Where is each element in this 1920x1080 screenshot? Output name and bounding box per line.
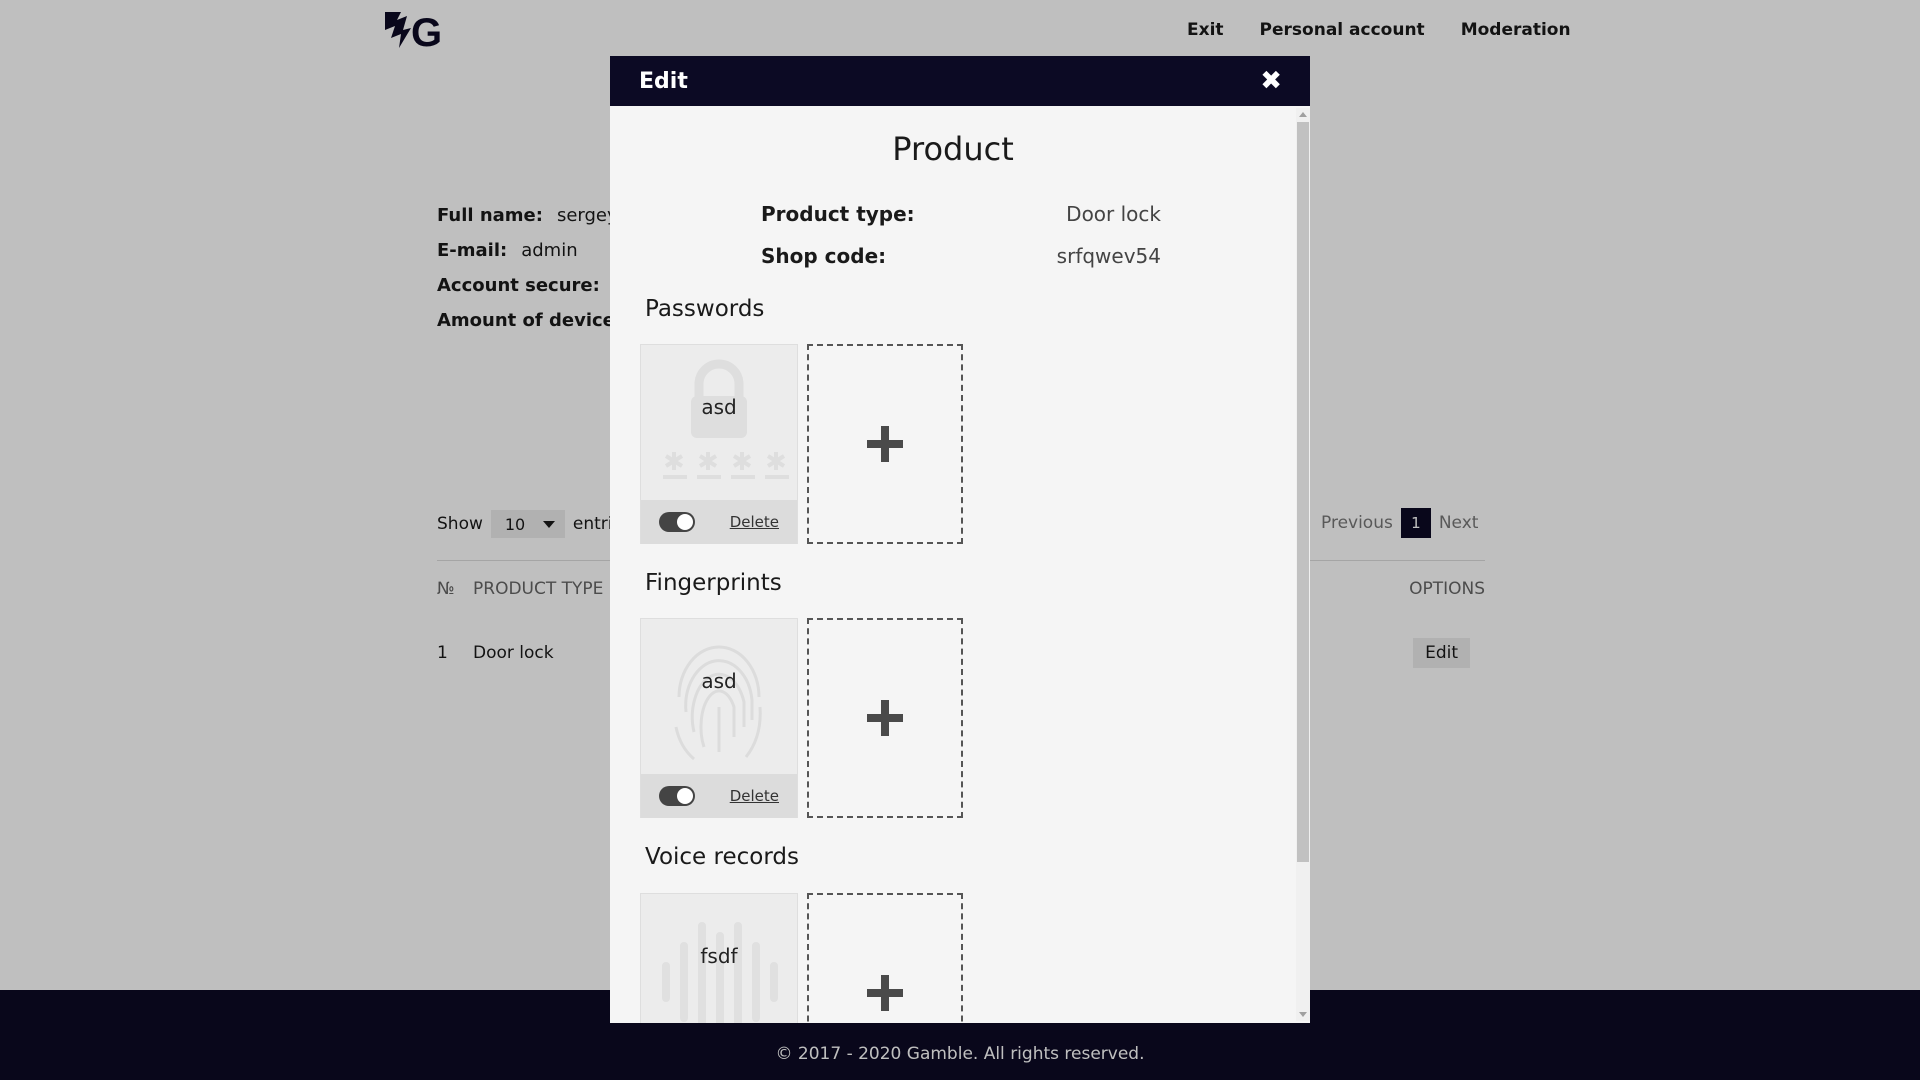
password-delete-link[interactable]: Delete [730, 513, 779, 531]
fingerprint-card: asd Delete [640, 618, 798, 818]
voice-records-title: Voice records [645, 844, 799, 870]
product-type-row: Product type: Door lock [761, 202, 1161, 226]
close-icon[interactable]: ✖ [1260, 68, 1282, 94]
plus-icon [867, 426, 903, 462]
passwords-title: Passwords [645, 296, 765, 322]
fingerprint-icon [641, 619, 797, 774]
toggle-knob [677, 514, 693, 530]
password-card-footer: Delete [641, 500, 797, 544]
voice-record-card-name: fsdf [700, 944, 738, 968]
lock-icon [641, 345, 797, 500]
add-voice-record-button[interactable] [807, 893, 963, 1023]
password-card: asd Delete [640, 344, 798, 544]
edit-modal: Edit ✖ Product Product type: Door lock S… [610, 56, 1310, 1023]
fingerprints-title: Fingerprints [645, 570, 782, 596]
product-title: Product [892, 130, 1014, 168]
fingerprint-card-name: asd [701, 669, 737, 693]
plus-icon [867, 700, 903, 736]
scroll-down-arrow[interactable] [1299, 1012, 1307, 1017]
shop-code-value: srfqwev54 [1056, 244, 1161, 268]
fingerprint-delete-link[interactable]: Delete [730, 787, 779, 805]
modal-body: Product Product type: Door lock Shop cod… [610, 106, 1310, 1023]
password-enabled-toggle[interactable] [659, 512, 695, 532]
toggle-knob [677, 788, 693, 804]
scroll-thumb[interactable] [1297, 122, 1309, 862]
add-fingerprint-button[interactable] [807, 618, 963, 818]
password-card-name: asd [701, 395, 737, 419]
scroll-up-arrow[interactable] [1299, 112, 1307, 117]
modal-title: Edit [639, 68, 688, 94]
shop-code-label: Shop code: [761, 244, 887, 268]
add-password-button[interactable] [807, 344, 963, 544]
product-type-value: Door lock [1066, 202, 1161, 226]
modal-header: Edit ✖ [610, 56, 1310, 106]
plus-icon [867, 975, 903, 1011]
voice-record-card: fsdf [640, 893, 798, 1023]
fingerprint-card-footer: Delete [641, 774, 797, 818]
shop-code-row: Shop code: srfqwev54 [761, 244, 1161, 268]
fingerprint-enabled-toggle[interactable] [659, 786, 695, 806]
modal-scrollbar[interactable] [1296, 108, 1310, 1021]
product-type-label: Product type: [761, 202, 915, 226]
